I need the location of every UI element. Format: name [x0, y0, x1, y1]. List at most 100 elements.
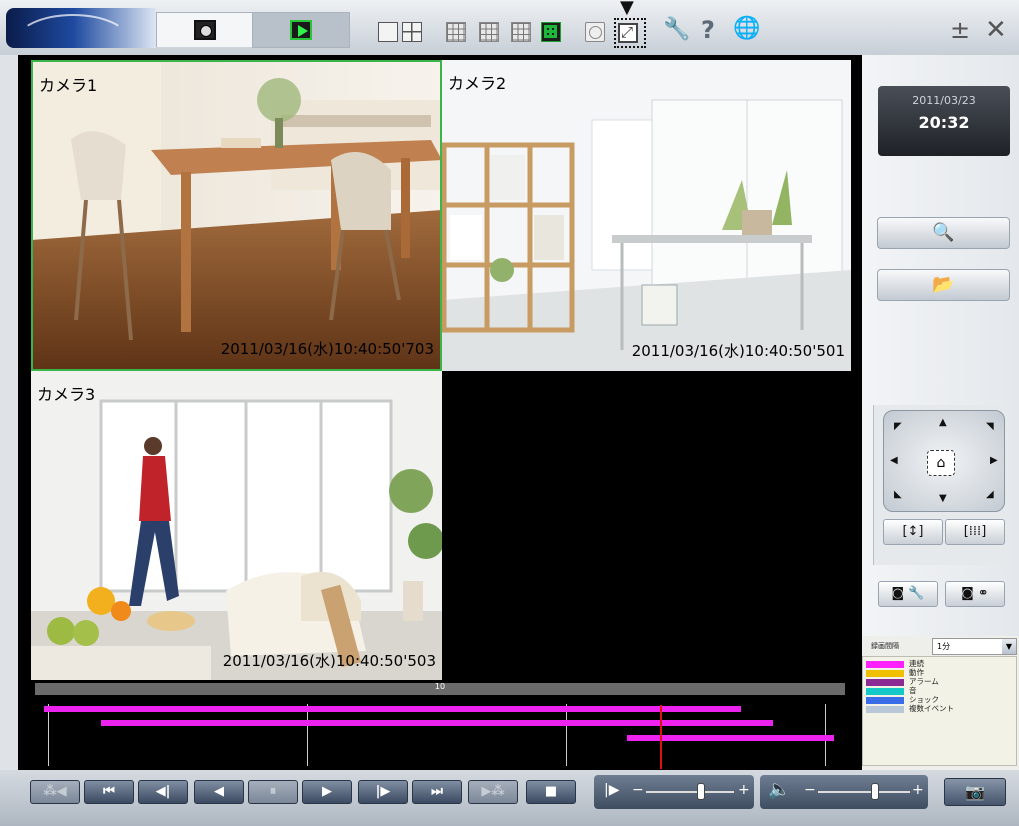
camera-3-image	[31, 371, 442, 681]
volume-plus[interactable]: +	[912, 782, 924, 798]
ptz-down-arrow-icon[interactable]: ▼	[939, 493, 947, 504]
pause-icon: ⏸	[269, 784, 277, 799]
camera-link-button[interactable]: ◙ ⚭	[945, 581, 1005, 607]
skip-forward-far-button[interactable]: ▶⁂	[468, 780, 518, 804]
ptz-up-left-arrow-icon[interactable]: ◤	[894, 421, 902, 432]
camera-name: カメラ2	[448, 74, 507, 93]
legend-item: 連続	[866, 659, 1016, 669]
legend-label: 複数イベント	[909, 704, 954, 713]
speed-icon: |▶	[604, 782, 620, 798]
volume-slider-knob[interactable]	[871, 783, 880, 800]
legend-swatch	[866, 679, 904, 686]
pointer-indicator-icon: ▼	[620, 0, 634, 18]
legend-swatch	[866, 697, 904, 704]
ptz-up-right-arrow-icon[interactable]: ◥	[986, 421, 994, 432]
search-button[interactable]: 🔍	[877, 217, 1010, 249]
ptz-down-left-arrow-icon[interactable]: ◣	[894, 489, 902, 500]
step-back-icon: ◀|	[155, 784, 171, 799]
step-back-button[interactable]: ◀|	[138, 780, 188, 804]
zoom-tele-icon: [⁞⁞⁞]	[963, 524, 987, 539]
record-interval-select[interactable]: 1分 ▼	[932, 638, 1017, 655]
volume-slider-track[interactable]	[818, 791, 910, 793]
sequence-icon[interactable]	[585, 22, 605, 42]
clock-display: 2011/03/23 20:32	[878, 86, 1010, 156]
ptz-down-right-arrow-icon[interactable]: ◢	[986, 489, 994, 500]
layout-custom-button[interactable]	[541, 22, 561, 42]
camera-2-view[interactable]: カメラ2 2011/03/16(水)10:40:50'501	[442, 60, 851, 371]
layout-16-screen-alt-button[interactable]	[511, 22, 531, 42]
camera-1-image	[33, 62, 440, 369]
skip-back-far-icon: ⁂◀	[43, 784, 67, 799]
event-legend: 連続 動作 アラーム 音 ショック 複数イベント	[862, 656, 1017, 766]
reverse-play-button[interactable]: ◀	[194, 780, 244, 804]
zoom-tele-button[interactable]: [⁞⁞⁞]	[945, 519, 1005, 545]
pause-button[interactable]: ⏸	[248, 780, 298, 804]
zoom-wide-button[interactable]: [↕]	[883, 519, 943, 545]
timeline-cursor[interactable]	[659, 705, 662, 769]
clock-time: 20:32	[918, 113, 970, 132]
app-logo	[6, 8, 156, 48]
close-button[interactable]: ✕	[985, 15, 1007, 45]
snapshot-button[interactable]: 📷	[944, 778, 1006, 806]
timeline-scale-label: 10	[434, 682, 446, 691]
legend-swatch	[866, 670, 904, 677]
speaker-icon[interactable]: 🔈	[768, 779, 790, 800]
skip-to-end-button[interactable]: ⏭	[412, 780, 462, 804]
camera-timestamp: 2011/03/16(水)10:40:50'703	[220, 340, 434, 358]
tab-playback[interactable]	[252, 12, 350, 48]
legend-swatch	[866, 661, 904, 668]
reverse-play-icon: ◀	[214, 784, 224, 799]
open-folder-button[interactable]: 📂	[877, 269, 1010, 301]
timeline-tick	[566, 704, 567, 766]
play-icon	[290, 20, 312, 40]
preset-button[interactable]: ◙ 🔧	[878, 581, 938, 607]
volume-slider[interactable]: 🔈 − +	[760, 775, 928, 809]
chevron-down-icon[interactable]: ▼	[1002, 639, 1016, 654]
wrench-icon[interactable]: 🔧	[663, 17, 690, 42]
speed-slider-knob[interactable]	[696, 783, 705, 800]
zoom-wide-icon: [↕]	[902, 524, 924, 539]
camera-2-image	[442, 60, 851, 371]
skip-back-far-button[interactable]: ⁂◀	[30, 780, 80, 804]
skip-to-end-icon: ⏭	[431, 784, 443, 799]
timeline-track[interactable]	[627, 735, 834, 741]
skip-to-start-button[interactable]: ⏮	[84, 780, 134, 804]
timeline-tick	[48, 704, 49, 766]
speed-plus[interactable]: +	[738, 782, 750, 798]
help-icon[interactable]: ?	[701, 16, 715, 44]
camera-1-view[interactable]: カメラ1 2011/03/16(水)10:40:50'703	[31, 60, 442, 371]
ptz-right-arrow-icon[interactable]: ▶	[990, 455, 998, 466]
snapshot-icon: 📷	[965, 782, 985, 801]
speed-minus[interactable]: −	[632, 782, 644, 798]
fullscreen-icon[interactable]	[618, 23, 638, 43]
speed-slider[interactable]: |▶ − +	[594, 775, 754, 809]
ptz-up-arrow-icon[interactable]: ▲	[939, 417, 947, 428]
camera-timestamp: 2011/03/16(水)10:40:50'501	[631, 342, 845, 360]
timeline-tick	[307, 704, 308, 766]
step-forward-button[interactable]: |▶	[358, 780, 408, 804]
camera-name: カメラ1	[39, 76, 98, 95]
layout-9-screen-button[interactable]	[446, 22, 466, 42]
home-icon[interactable]: ⌂	[927, 450, 955, 476]
folder-open-icon: 📂	[932, 274, 955, 295]
tab-live[interactable]	[156, 12, 254, 47]
ptz-left-arrow-icon[interactable]: ◀	[890, 455, 898, 466]
layout-4-screen-button[interactable]	[402, 22, 422, 42]
layout-1-screen-button[interactable]	[378, 22, 398, 42]
speed-slider-track[interactable]	[646, 791, 734, 793]
search-icon: 🔍	[932, 222, 955, 243]
minimize-button[interactable]: ±	[950, 16, 970, 44]
timeline-track[interactable]	[44, 706, 741, 712]
camera-link-icon: ◙ ⚭	[961, 586, 989, 601]
camera-timestamp: 2011/03/16(水)10:40:50'503	[222, 652, 436, 670]
play-button[interactable]: ▶	[302, 780, 352, 804]
camera-3-view[interactable]: カメラ3 2011/03/16(水)10:40:50'503	[31, 371, 442, 681]
skip-forward-far-icon: ▶⁂	[481, 784, 505, 799]
timeline-track[interactable]	[100, 720, 774, 726]
volume-minus[interactable]: −	[804, 782, 816, 798]
globe-icon[interactable]: 🌐	[733, 16, 760, 41]
layout-16-screen-button[interactable]	[479, 22, 499, 42]
clock-date: 2011/03/23	[912, 94, 976, 107]
timeline-scale[interactable]: 10	[35, 682, 845, 695]
stop-button[interactable]: ■	[526, 780, 576, 804]
